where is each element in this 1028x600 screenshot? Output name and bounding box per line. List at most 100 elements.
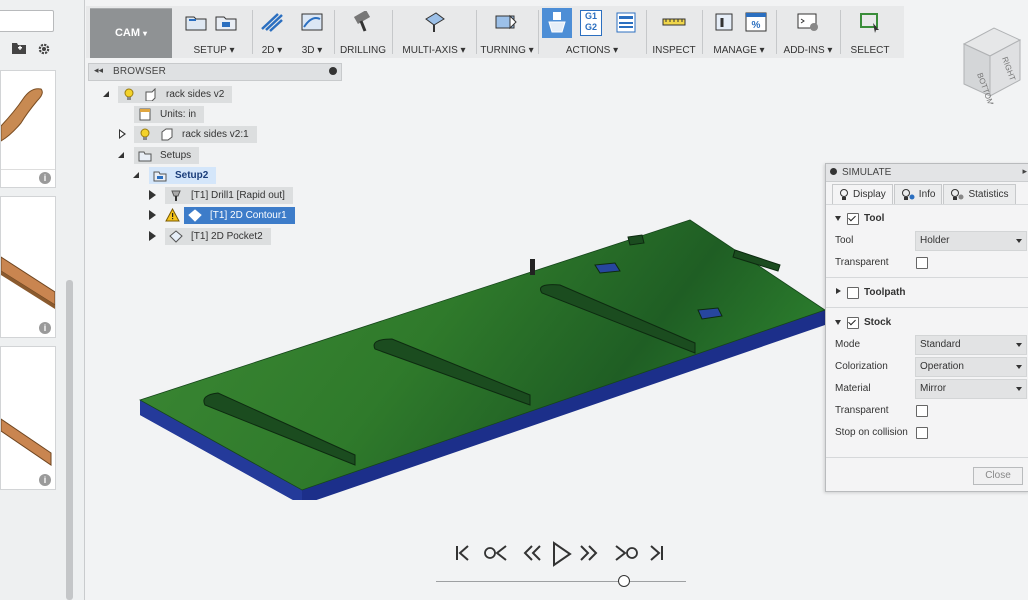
- tool-dropdown[interactable]: Holder: [915, 231, 1027, 251]
- stock-section-header[interactable]: Stock: [826, 313, 1028, 333]
- manage-menu[interactable]: % MANAGE ▾: [704, 6, 774, 58]
- info-icon[interactable]: i: [39, 474, 51, 486]
- tab-label: Info: [918, 189, 936, 200]
- setup-sheet-icon: [616, 12, 636, 33]
- stock-model-viewport[interactable]: [130, 215, 830, 500]
- go-to-start-icon[interactable]: [456, 545, 469, 561]
- multi-axis-menu[interactable]: MULTI-AXIS ▾: [394, 6, 474, 58]
- tool-label: Tool: [835, 235, 854, 246]
- actions-menu[interactable]: G1 G2 ACTIONS ▾: [540, 6, 644, 58]
- collapsed-toggle-icon[interactable]: [149, 190, 156, 200]
- tool-row: Tool Holder: [835, 230, 1027, 251]
- expand-toggle-icon[interactable]: [118, 152, 124, 158]
- chevron-down-icon: ▾: [143, 28, 148, 38]
- design-thumbnail-3[interactable]: i: [0, 346, 56, 490]
- tree-item-operation-drill1[interactable]: [T1] Drill1 [Rapid out]: [165, 187, 293, 204]
- setup-folder-icon: [153, 171, 167, 182]
- workspace-switcher-button[interactable]: CAM ▾: [90, 8, 172, 58]
- toolpath-section-label: Toolpath: [864, 287, 906, 298]
- step-back-icon[interactable]: [523, 545, 541, 561]
- colorization-dropdown-value: Operation: [920, 361, 964, 372]
- data-panel: i i i: [0, 0, 85, 600]
- info-icon[interactable]: i: [39, 322, 51, 334]
- data-panel-search-input[interactable]: [0, 10, 54, 32]
- collapse-icon[interactable]: ◂◂: [94, 65, 103, 76]
- toolpath-section-header[interactable]: Toolpath: [826, 283, 1028, 303]
- tree-item-setups[interactable]: Setups: [134, 147, 200, 164]
- go-to-end-icon[interactable]: [650, 545, 663, 561]
- tree-item-setup2[interactable]: Setup2: [149, 167, 217, 184]
- settings-gear-icon[interactable]: [37, 42, 51, 59]
- tool-transparent-checkbox[interactable]: [916, 257, 928, 269]
- next-operation-icon[interactable]: [615, 545, 638, 561]
- mode-dropdown[interactable]: Standard: [915, 335, 1027, 355]
- tool-section-label: Tool: [864, 213, 885, 224]
- turning-label: TURNING ▾: [480, 45, 534, 56]
- post-library-icon: %: [745, 12, 767, 32]
- inspect-label: INSPECT: [652, 45, 696, 56]
- stop-on-collision-checkbox[interactable]: [916, 427, 928, 439]
- stock-visible-checkbox[interactable]: [847, 317, 859, 329]
- toolpath-visible-checkbox[interactable]: [847, 287, 859, 299]
- play-icon[interactable]: [553, 541, 572, 567]
- simulate-panel: SIMULATE ▸ Display Info Statistics Tool …: [825, 163, 1028, 492]
- transparent-label: Transparent: [835, 257, 889, 268]
- stock-transparent-row: Transparent: [835, 400, 1025, 420]
- expand-arrow-icon[interactable]: ▸: [1022, 166, 1027, 177]
- step-forward-icon[interactable]: [580, 545, 598, 561]
- timeline-scrubber[interactable]: [617, 575, 630, 587]
- board-thumbnail-icon: [1, 418, 52, 466]
- expand-toggle-icon[interactable]: [103, 91, 109, 97]
- colorization-dropdown[interactable]: Operation: [915, 357, 1027, 377]
- section-collapsed-icon: [836, 288, 841, 294]
- simulate-title: SIMULATE: [842, 167, 892, 178]
- 2d-label: 2D ▾: [261, 45, 283, 56]
- 3d-menu[interactable]: 3D ▾: [292, 6, 332, 58]
- tree-item-label: Setups: [160, 150, 192, 161]
- design-thumbnail-2[interactable]: i: [0, 196, 56, 338]
- previous-operation-icon[interactable]: [484, 545, 507, 561]
- data-panel-scrollbar[interactable]: [66, 280, 73, 600]
- section-expanded-icon: [835, 320, 841, 325]
- tree-item-model[interactable]: rack sides v2:1: [134, 126, 257, 143]
- 3d-label: 3D ▾: [301, 45, 323, 56]
- svg-text:%: %: [752, 20, 761, 31]
- 2d-menu[interactable]: 2D ▾: [254, 6, 290, 58]
- new-folder-icon[interactable]: [12, 42, 26, 57]
- drilling-button[interactable]: DRILLING: [336, 6, 390, 58]
- tab-info[interactable]: Info: [893, 184, 943, 204]
- tree-item-units[interactable]: Units: in: [134, 106, 205, 123]
- tree-item-label: Units: in: [160, 109, 197, 120]
- material-dropdown[interactable]: Mirror: [915, 379, 1027, 399]
- playback-controls: [456, 541, 663, 567]
- close-button[interactable]: Close: [973, 467, 1023, 485]
- browser-options-icon[interactable]: [329, 67, 337, 75]
- add-ins-menu[interactable]: ADD-INS ▾: [778, 6, 838, 58]
- tool-section-header[interactable]: Tool: [826, 209, 1028, 229]
- tool-visible-checkbox[interactable]: [847, 213, 859, 225]
- viewcube[interactable]: BOTTOM RIGHT: [960, 24, 1022, 104]
- simulate-header[interactable]: SIMULATE ▸: [826, 164, 1028, 182]
- stock-transparent-checkbox[interactable]: [916, 405, 928, 417]
- simulation-timeline[interactable]: [436, 581, 686, 582]
- simulate-action-button[interactable]: [542, 8, 572, 38]
- tool-transparent-row: Transparent: [835, 252, 1025, 272]
- tab-display[interactable]: Display: [832, 184, 893, 204]
- actions-label: ACTIONS ▾: [565, 45, 619, 56]
- tree-item-document[interactable]: rack sides v2: [118, 86, 233, 103]
- design-thumbnail-1[interactable]: i: [0, 70, 56, 188]
- tool-library-icon: [715, 13, 733, 31]
- post-process-button[interactable]: G1 G2: [580, 10, 602, 36]
- select-button[interactable]: SELECT: [842, 6, 898, 58]
- browser-header[interactable]: ◂◂ BROWSER: [88, 63, 342, 81]
- drill-icon: [353, 11, 371, 32]
- expand-toggle-icon[interactable]: [133, 172, 139, 178]
- setup-menu[interactable]: SETUP ▾: [178, 6, 250, 58]
- info-icon[interactable]: i: [39, 172, 51, 184]
- turning-menu[interactable]: TURNING ▾: [478, 6, 536, 58]
- panel-menu-icon[interactable]: [830, 168, 837, 175]
- colorization-label: Colorization: [835, 361, 888, 372]
- tab-statistics[interactable]: Statistics: [943, 184, 1016, 204]
- material-label: Material: [835, 383, 871, 394]
- inspect-button[interactable]: INSPECT: [648, 6, 700, 58]
